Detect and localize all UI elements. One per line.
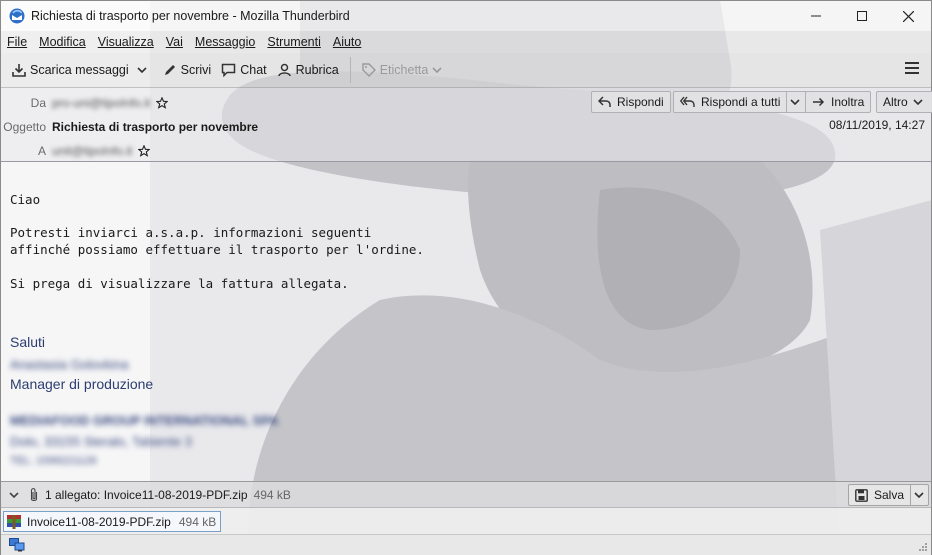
menu-help[interactable]: Aiuto (333, 35, 362, 49)
menu-go[interactable]: Vai (166, 35, 183, 49)
write-button[interactable]: Scrivi (158, 57, 217, 83)
chevron-down-icon (137, 67, 147, 74)
save-dropdown[interactable] (910, 485, 924, 505)
body-line-1: Potresti inviarci a.s.a.p. informazioni … (10, 225, 372, 240)
forward-button[interactable]: Inoltra (805, 91, 872, 113)
signature-company: MEDIAFOOD GROUP INTERNATIONAL SPA (10, 413, 279, 428)
save-attachment-button[interactable]: Salva (847, 484, 929, 506)
attachment-total-size: 494 kB (253, 487, 291, 502)
star-icon[interactable] (138, 145, 151, 157)
more-button[interactable]: Altro (876, 91, 932, 113)
signature-name: Anastasia Golovkina (10, 357, 129, 372)
hamburger-icon-line (905, 72, 919, 74)
title-bar: Richiesta di trasporto per novembre - Mo… (1, 1, 931, 31)
status-bar (1, 534, 931, 555)
attachment-list: Invoice11-08-2019-PDF.zip 494 kB (1, 508, 931, 534)
reply-all-dropdown[interactable] (786, 92, 806, 112)
maximize-icon (857, 11, 867, 21)
get-messages-dropdown[interactable] (134, 57, 154, 83)
star-icon[interactable] (156, 97, 169, 109)
chevron-down-icon (913, 99, 923, 106)
subject-label: Oggetto (3, 120, 46, 134)
signature-phone: TEL: 1599221126 (10, 455, 97, 467)
toolbar-separator (349, 57, 351, 83)
menu-message[interactable]: Messaggio (195, 35, 255, 49)
app-menu-button[interactable] (905, 62, 919, 76)
attachment-name: Invoice11-08-2019-PDF.zip (27, 514, 171, 529)
body-line-2: affinché possiamo effettuare il trasport… (10, 242, 424, 257)
reply-arrow-icon (598, 96, 611, 107)
message-date: 08/11/2019, 14:27 (829, 118, 925, 132)
from-row: Da pro-uni@tipoInfo.it (1, 93, 169, 113)
get-messages-button[interactable]: Scarica messaggi (7, 57, 134, 83)
message-header: Da pro-uni@tipoInfo.it Oggetto Richiesta… (1, 88, 932, 162)
forward-label: Inoltra (831, 95, 865, 109)
online-status-icon[interactable] (9, 538, 25, 552)
close-button[interactable] (885, 1, 931, 31)
contacts-icon (277, 63, 291, 77)
chevron-down-icon (914, 492, 924, 499)
tag-icon (362, 63, 376, 77)
subject-row: Oggetto Richiesta di trasporto per novem… (1, 117, 258, 137)
pencil-icon (164, 65, 175, 75)
write-label: Scrivi (180, 63, 212, 77)
download-icon (12, 64, 26, 77)
attachment-summary: 1 allegato: Invoice11-08-2019-PDF.zip (45, 487, 248, 502)
reply-all-arrow-icon (680, 96, 695, 107)
minimize-icon (811, 15, 821, 17)
chevron-down-icon[interactable] (9, 491, 19, 499)
save-label: Salva (873, 488, 904, 502)
forward-arrow-icon (813, 97, 825, 107)
body-greeting: Ciao (10, 192, 41, 207)
reply-all-label: Rispondi a tutti (701, 95, 781, 109)
signature-address: Dolo, 33155 Steralo, Tabiente 3 (10, 434, 192, 449)
tag-button[interactable]: Etichetta (357, 57, 452, 83)
menu-file[interactable]: File (7, 35, 27, 49)
from-address[interactable]: pro-uni@tipoInfo.it (52, 96, 150, 110)
attachment-item[interactable]: Invoice11-08-2019-PDF.zip 494 kB (3, 511, 222, 532)
reply-label: Rispondi (617, 95, 664, 109)
minimize-button[interactable] (793, 1, 839, 31)
body-line-3: Si prega di visualizzare la fattura alle… (10, 276, 349, 291)
thunderbird-window: Richiesta di trasporto per novembre - Mo… (0, 0, 932, 555)
menu-tools[interactable]: Strumenti (267, 35, 321, 49)
menu-bar: File Modifica Visualizza Vai Messaggio S… (1, 31, 931, 53)
menu-edit[interactable]: Modifica (39, 35, 86, 49)
message-body: Ciao Potresti inviarci a.s.a.p. informaz… (1, 163, 931, 481)
zip-archive-icon (7, 514, 21, 529)
tag-label: Etichetta (379, 63, 429, 77)
address-book-label: Rubrica (295, 63, 339, 77)
chevron-down-icon (790, 99, 800, 106)
chevron-down-icon (432, 67, 442, 74)
close-icon (902, 10, 914, 22)
chat-button[interactable]: Chat (216, 57, 271, 83)
main-toolbar: Scarica messaggi Scrivi Chat Rubrica Eti… (1, 53, 931, 88)
thunderbird-logo-icon (9, 8, 25, 24)
subject-value: Richiesta di trasporto per novembre (52, 120, 259, 134)
attachment-size: 494 kB (178, 514, 217, 529)
hamburger-icon-line (905, 67, 919, 69)
reply-button[interactable]: Rispondi (591, 91, 671, 113)
chat-bubble-icon (221, 63, 236, 77)
from-label: Da (30, 96, 46, 110)
signature-closing: Saluti (10, 334, 46, 350)
get-messages-label: Scarica messaggi (30, 63, 129, 77)
more-label: Altro (883, 95, 908, 109)
to-row: A unit@tipoInfo.it (1, 141, 151, 161)
menu-view[interactable]: Visualizza (98, 35, 154, 49)
maximize-button[interactable] (839, 1, 885, 31)
reply-all-button[interactable]: Rispondi a tutti (673, 91, 814, 113)
to-address[interactable]: unit@tipoInfo.it (52, 144, 132, 158)
chat-label: Chat (240, 63, 267, 77)
paperclip-icon (30, 487, 38, 501)
signature-role: Manager di produzione (10, 376, 154, 392)
save-disk-icon (855, 488, 868, 502)
address-book-button[interactable]: Rubrica (272, 57, 344, 83)
hamburger-icon (905, 62, 919, 64)
resize-grip-icon[interactable] (918, 542, 928, 552)
attachment-bar[interactable]: 1 allegato: Invoice11-08-2019-PDF.zip 49… (1, 481, 931, 508)
window-title: Richiesta di trasporto per novembre - Mo… (31, 9, 350, 23)
to-label: A (37, 144, 46, 158)
